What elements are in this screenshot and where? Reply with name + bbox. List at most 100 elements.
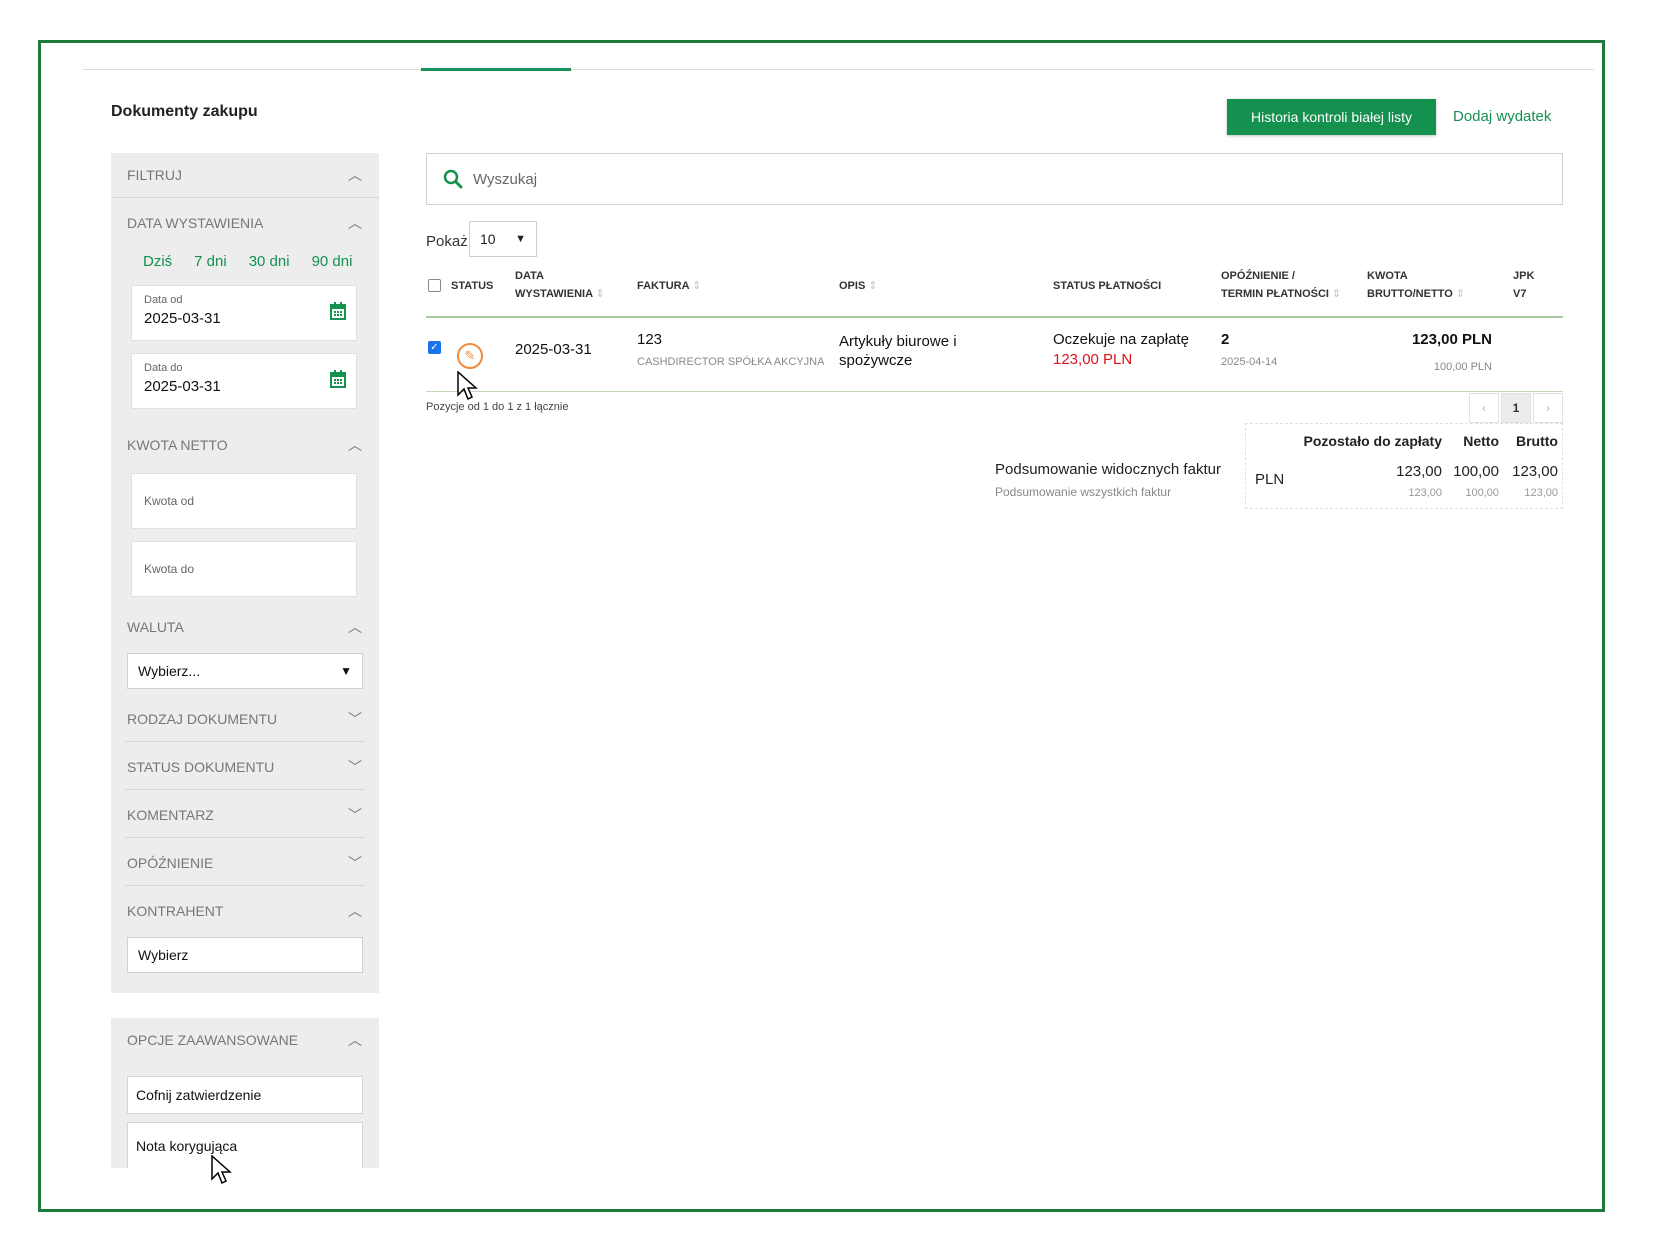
row-contractor: CASHDIRECTOR SPÓŁKA AKCYJNA <box>637 356 825 368</box>
chevron-up-icon: ︿ <box>348 437 362 453</box>
pager-info: Pozycje od 1 do 1 z 1 łącznie <box>426 401 569 413</box>
date-to-field[interactable]: Data do 2025-03-31 <box>131 353 357 409</box>
row-description-line2: spożywcze <box>839 352 913 369</box>
quick-range-30[interactable]: 30 dni <box>249 253 290 270</box>
column-invoice-label: FAKTURA <box>637 280 690 292</box>
app-frame: Dokumenty zakupu Historia kontroli białe… <box>38 40 1605 1212</box>
column-jpk-line2: V7 <box>1513 288 1527 300</box>
column-jpk: JPK V7 <box>1513 267 1534 303</box>
mouse-cursor-icon <box>211 1155 232 1185</box>
summary-all-net: 100,00 <box>1465 487 1499 499</box>
date-section-header[interactable]: DATA WYSTAWIENIA ︿ <box>111 201 379 245</box>
prev-page-button[interactable]: ‹ <box>1469 393 1499 423</box>
filter-header[interactable]: FILTRUJ ︿ <box>111 153 379 197</box>
summary-currency: PLN <box>1255 471 1285 488</box>
column-date[interactable]: DATA WYSTAWIENIA ⇕ <box>515 267 605 303</box>
currency-select-value: Wybierz... <box>138 663 201 679</box>
row-invoice-number[interactable]: 123 <box>637 331 662 348</box>
sort-icon: ⇕ <box>692 280 702 292</box>
date-to-label: Data do <box>144 362 183 374</box>
chevron-down-icon: ﹀ <box>348 807 362 823</box>
summary-visible-gross: 123,00 <box>1512 463 1558 480</box>
quick-range-today[interactable]: Dziś <box>143 253 172 270</box>
next-page-button[interactable]: › <box>1533 393 1563 423</box>
delay-section-header[interactable]: OPÓŹNIENIE ﹀ <box>111 841 379 885</box>
page-size-label: Pokaż <box>426 233 468 250</box>
filter-sidebar: FILTRUJ ︿ DATA WYSTAWIENIA ︿ Dziś 7 dni … <box>111 153 379 993</box>
amount-section-header[interactable]: KWOTA NETTO ︿ <box>111 423 379 467</box>
undo-approval-button[interactable]: Cofnij zatwierdzenie <box>127 1076 363 1114</box>
currency-section-title: WALUTA <box>127 619 184 635</box>
active-tab-indicator <box>421 68 571 71</box>
contractor-section-header[interactable]: KONTRAHENT ︿ <box>111 889 379 933</box>
advanced-section-title: OPCJE ZAAWANSOWANE <box>127 1032 299 1048</box>
search-bar[interactable]: Wyszukaj <box>426 153 1563 205</box>
divider <box>125 837 365 838</box>
column-payment-status: STATUS PŁATNOŚCI <box>1053 280 1162 292</box>
quick-range-list: Dziś 7 dni 30 dni 90 dni <box>143 253 352 270</box>
doc-type-section-title: RODZAJ DOKUMENTU <box>127 711 278 727</box>
page-size-select[interactable]: 10 ▼ <box>469 221 537 257</box>
currency-section-header[interactable]: WALUTA ︿ <box>111 605 379 649</box>
calendar-icon[interactable] <box>330 370 346 388</box>
row-description-line1: Artykuły biurowe i <box>839 333 957 350</box>
summary-header-remaining: Pozostało do zapłaty <box>1303 433 1442 449</box>
date-from-label: Data od <box>144 294 183 306</box>
quick-range-90[interactable]: 90 dni <box>312 253 353 270</box>
column-jpk-line1: JPK <box>1513 270 1535 282</box>
chevron-up-icon: ︿ <box>348 619 362 635</box>
divider <box>125 885 365 886</box>
chevron-up-icon: ︿ <box>348 167 362 183</box>
calendar-icon[interactable] <box>330 302 346 320</box>
summary-all-label: Podsumowanie wszystkich faktur <box>995 485 1172 499</box>
currency-select[interactable]: Wybierz... ▼ <box>127 653 363 689</box>
contractor-select[interactable]: Wybierz <box>127 937 363 973</box>
comment-section-header[interactable]: KOMENTARZ ﹀ <box>111 793 379 837</box>
doc-status-section-header[interactable]: STATUS DOKUMENTU ﹀ <box>111 745 379 789</box>
header-divider <box>426 316 1563 318</box>
sort-icon: ⇕ <box>1455 288 1466 300</box>
column-description[interactable]: OPIS ⇕ <box>839 277 878 295</box>
summary-header-net: Netto <box>1463 433 1499 449</box>
top-rule <box>83 69 1594 70</box>
edit-status-icon[interactable]: ✎ <box>457 343 483 369</box>
page-1-button[interactable]: 1 <box>1501 393 1531 423</box>
advanced-options-panel: OPCJE ZAAWANSOWANE ︿ Cofnij zatwierdzeni… <box>111 1018 379 1168</box>
quick-range-7[interactable]: 7 dni <box>194 253 227 270</box>
contractor-section-title: KONTRAHENT <box>127 903 224 919</box>
sort-icon: ⇕ <box>868 280 878 292</box>
divider <box>111 197 379 198</box>
doc-type-section-header[interactable]: RODZAJ DOKUMENTU ﹀ <box>111 697 379 741</box>
summary-all-remaining: 123,00 <box>1408 487 1442 499</box>
row-divider <box>426 391 1563 392</box>
column-delay[interactable]: OPÓŹNIENIE / TERMIN PŁATNOŚCI ⇕ <box>1221 267 1341 303</box>
amount-from-input[interactable]: Kwota od <box>131 473 357 529</box>
summary-visible-net: 100,00 <box>1453 463 1499 480</box>
correction-note-button[interactable]: Nota korygująca <box>127 1122 363 1168</box>
divider <box>125 741 365 742</box>
history-button[interactable]: Historia kontroli białej listy <box>1227 99 1436 135</box>
contractor-select-value: Wybierz <box>138 947 189 963</box>
date-section-title: DATA WYSTAWIENIA <box>127 215 264 231</box>
row-delay: 2 <box>1221 331 1230 348</box>
mouse-cursor-icon <box>457 371 478 401</box>
amount-to-input[interactable]: Kwota do <box>131 541 357 597</box>
column-delay-line2: TERMIN PŁATNOŚCI <box>1221 288 1329 300</box>
row-net-amount: 100,00 PLN <box>1433 361 1492 373</box>
summary-visible-label: Podsumowanie widocznych faktur <box>995 461 1221 478</box>
column-date-line1: DATA <box>515 270 544 282</box>
column-amount[interactable]: KWOTA BRUTTO/NETTO ⇕ <box>1367 267 1465 303</box>
row-gross-amount: 123,00 PLN <box>1411 331 1492 348</box>
row-checkbox[interactable]: ✓ <box>428 341 441 354</box>
row-due-date: 2025-04-14 <box>1221 356 1278 368</box>
select-all-checkbox[interactable] <box>428 279 441 292</box>
date-from-field[interactable]: Data od 2025-03-31 <box>131 285 357 341</box>
add-expense-link[interactable]: Dodaj wydatek <box>1453 108 1551 125</box>
chevron-up-icon: ︿ <box>348 1032 362 1048</box>
advanced-section-header[interactable]: OPCJE ZAAWANSOWANE ︿ <box>111 1018 379 1062</box>
column-amount-line1: KWOTA <box>1367 270 1408 282</box>
chevron-down-icon: ﹀ <box>348 759 362 775</box>
page-size-value: 10 <box>480 231 496 247</box>
column-invoice[interactable]: FAKTURA ⇕ <box>637 277 701 295</box>
column-status: STATUS <box>451 280 494 292</box>
